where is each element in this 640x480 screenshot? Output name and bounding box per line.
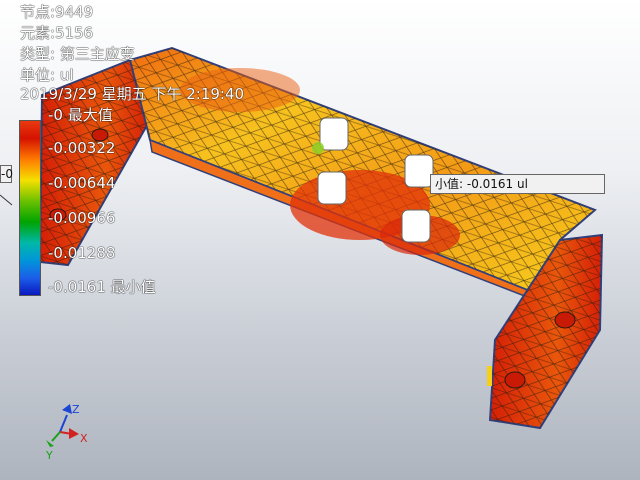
- axis-triad[interactable]: Z X Y: [45, 403, 88, 462]
- hole-right-2: [504, 371, 526, 389]
- bracket-model: [38, 46, 604, 430]
- z-axis-line: [59, 414, 68, 433]
- element-count: 元素:5156: [20, 24, 94, 42]
- y-axis-label: Y: [45, 449, 53, 462]
- y-axis-line: [51, 431, 61, 442]
- legend-label-5: -0.01288: [48, 244, 116, 262]
- max-probe-label[interactable]: -0: [0, 165, 13, 183]
- x-axis-arrow: [69, 428, 79, 439]
- legend-label-max: -0 最大值: [48, 106, 113, 124]
- legend-label-min: -0.0161 最小值: [48, 278, 156, 296]
- x-axis-label: X: [80, 432, 88, 445]
- legend-label-4: -0.00966: [48, 209, 116, 227]
- result-type: 类型: 第三主应变: [20, 45, 135, 63]
- result-unit: 单位: ul: [20, 66, 74, 84]
- hole-right-1: [554, 311, 576, 329]
- legend-label-2: -0.00322: [48, 139, 116, 157]
- color-legend-bar[interactable]: [19, 120, 41, 296]
- timestamp: 2019/3/29 星期五 下午 2:19:40: [20, 85, 245, 103]
- node-count: 节点:9449: [20, 3, 94, 21]
- z-axis-arrow: [62, 404, 72, 414]
- legend-label-3: -0.00644: [48, 174, 116, 192]
- result-info: 节点:9449 元素:5156 类型: 第三主应变 单位: ul: [20, 2, 135, 86]
- z-axis-label: Z: [72, 403, 80, 416]
- min-probe-label[interactable]: 小值: -0.0161 ul: [430, 174, 605, 194]
